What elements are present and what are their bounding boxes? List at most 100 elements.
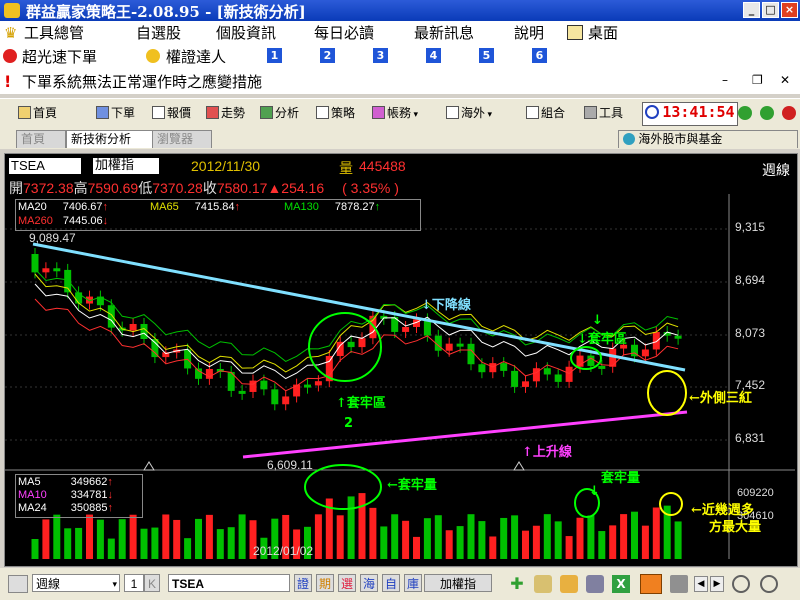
notice-link[interactable]: 下單系統無法正常運作時之應變措施 <box>22 71 262 92</box>
quick-button-5[interactable]: 5 <box>479 48 494 63</box>
toolbar-label: 分析 <box>275 106 300 120</box>
zoom-in-icon[interactable] <box>732 575 750 593</box>
market-button-stock[interactable]: 證 <box>294 574 312 592</box>
y-tick-label: 8,694 <box>735 273 766 287</box>
mdi-minimize-button[interactable]: – <box>722 73 728 87</box>
chart-panel[interactable]: TSEA 加權指 2012/11/30 量 445488 週線 開7372.38… <box>4 153 798 567</box>
ma-name: MA130 <box>284 201 319 213</box>
tab-bar: 首頁 新技術分析 瀏覽器 海外股市與基金 <box>0 127 800 149</box>
recent-volume-circle <box>659 492 683 516</box>
quick-button-3[interactable]: 3 <box>373 48 388 63</box>
volume-bar <box>391 514 399 559</box>
volume-bar <box>674 521 682 559</box>
volume-bar <box>216 529 224 559</box>
print-icon[interactable] <box>670 575 688 593</box>
nav-stop-icon[interactable] <box>782 106 796 120</box>
eraser-icon[interactable] <box>586 575 604 593</box>
symbol-input[interactable]: TSEA <box>168 574 290 592</box>
wrench-icon[interactable] <box>534 575 552 593</box>
annotation-cover-zone-top: ↓套牢區 <box>577 332 627 347</box>
maximize-button[interactable]: □ <box>762 2 779 18</box>
toolbar-overseas[interactable]: 海外 ▾ <box>446 104 492 122</box>
menu-help[interactable]: 說明 <box>514 22 544 43</box>
menu-news[interactable]: 最新訊息 <box>414 22 474 43</box>
bottom-bar: 週線 ▾ 1 K TSEA 證 期 選 海 自 庫 加權指 ✚ X ◀ ▶ <box>0 568 800 600</box>
scroll-right-icon[interactable]: ▶ <box>710 576 724 592</box>
close-button[interactable]: × <box>781 2 798 18</box>
mdi-close-button[interactable]: ✕ <box>780 73 790 87</box>
mdi-restore-button[interactable]: ❐ <box>752 73 763 87</box>
chevron-down-icon: ▾ <box>411 109 419 119</box>
volume-bar <box>184 538 192 559</box>
toolbar-quote[interactable]: 報價 <box>152 104 191 122</box>
toolbar-order[interactable]: 下單 <box>96 104 135 122</box>
toolbar-label: 策略 <box>331 106 356 120</box>
toolbar-tools[interactable]: 工具 <box>584 104 623 122</box>
nav-forward-icon[interactable] <box>760 106 774 120</box>
quick-button-1[interactable]: 1 <box>267 48 282 63</box>
market-button-options[interactable]: 選 <box>338 574 356 592</box>
candle <box>478 364 486 373</box>
menu-tools[interactable]: 工具總管 <box>24 22 84 43</box>
market-button-custom[interactable]: 自 <box>382 574 400 592</box>
uptrend-line <box>242 410 688 459</box>
toolbar-combo[interactable]: 組合 <box>526 104 565 122</box>
warrant-link[interactable]: 權證達人 <box>166 46 226 67</box>
tab-overseas-fund[interactable]: 海外股市與基金 <box>618 130 798 148</box>
change-value: ▲254.16 <box>267 180 325 196</box>
toolbar: 首頁 下單 報價 走勢 分析 策略 帳務 ▾ 海外 ▾ 組合 工具 13:41:… <box>0 98 800 128</box>
ma-arrow: ↑ <box>234 201 241 213</box>
volume-bar <box>107 538 115 559</box>
fast-order-link[interactable]: 超光速下單 <box>22 46 97 67</box>
quick-button-4[interactable]: 4 <box>426 48 441 63</box>
scroll-left-icon[interactable]: ◀ <box>694 576 708 592</box>
globe-icon <box>623 133 635 145</box>
minimize-button[interactable]: _ <box>743 2 760 18</box>
toolbar-trend[interactable]: 走勢 <box>206 104 245 122</box>
split-icon[interactable] <box>640 574 662 594</box>
period-select[interactable]: 週線 ▾ <box>32 574 120 592</box>
menu-bar: ♛ 工具總管 自選股 個股資訊 每日必讀 最新訊息 說明 桌面 <box>0 21 800 45</box>
volume-bar <box>500 517 508 559</box>
toolbar-account[interactable]: 帳務 ▾ <box>372 104 418 122</box>
crosshair-icon[interactable]: ✚ <box>508 575 526 593</box>
ma-value: 7406.67 <box>62 201 103 213</box>
menu-desktop[interactable]: 桌面 <box>588 22 618 43</box>
menu-watchlist[interactable]: 自選股 <box>136 22 181 43</box>
ma-value: 7878.27 <box>334 201 375 213</box>
period-grid-icon[interactable] <box>8 575 28 593</box>
toolbar-analysis[interactable]: 分析 <box>260 104 299 122</box>
account-icon <box>372 106 385 119</box>
ma-legend: MA20 7406.67↑ MA65 7415.84↑ MA130 7878.27↑ … <box>15 199 421 231</box>
tab-home[interactable]: 首頁 <box>16 130 66 148</box>
candle <box>674 335 682 339</box>
candle <box>293 384 301 397</box>
menu-daily[interactable]: 每日必讀 <box>314 22 374 43</box>
toolbar-home[interactable]: 首頁 <box>18 104 57 122</box>
x-date-label: 2012/01/02 <box>253 544 314 558</box>
period-count-input[interactable]: 1 <box>124 574 144 592</box>
excel-icon[interactable]: X <box>612 575 630 593</box>
ok-button[interactable]: K <box>144 574 160 592</box>
volume-bar <box>489 536 497 559</box>
menu-stock-info[interactable]: 個股資訊 <box>216 22 276 43</box>
quick-button-2[interactable]: 2 <box>320 48 335 63</box>
toolbar-strategy[interactable]: 策略 <box>316 104 355 122</box>
tab-technical[interactable]: 新技術分析 <box>66 130 156 148</box>
market-button-overseas[interactable]: 海 <box>360 574 378 592</box>
market-button-inventory[interactable]: 庫 <box>404 574 422 592</box>
quick-button-6[interactable]: 6 <box>532 48 547 63</box>
symbol-name: 加權指 <box>93 158 159 174</box>
toolbar-label: 報價 <box>167 106 192 120</box>
volume-bar <box>522 530 529 559</box>
zoom-out-icon[interactable] <box>760 575 778 593</box>
outer-red-circle <box>647 370 687 416</box>
ma-name: MA260 <box>18 215 53 227</box>
toolbar-label: 海外 <box>461 106 486 120</box>
chart-date: 2012/11/30 <box>191 158 261 174</box>
pencil-icon[interactable] <box>560 575 578 593</box>
tab-browser[interactable]: 瀏覽器 <box>152 130 212 148</box>
market-button-futures[interactable]: 期 <box>316 574 334 592</box>
nav-back-icon[interactable] <box>738 106 752 120</box>
volume-bar <box>598 531 606 559</box>
